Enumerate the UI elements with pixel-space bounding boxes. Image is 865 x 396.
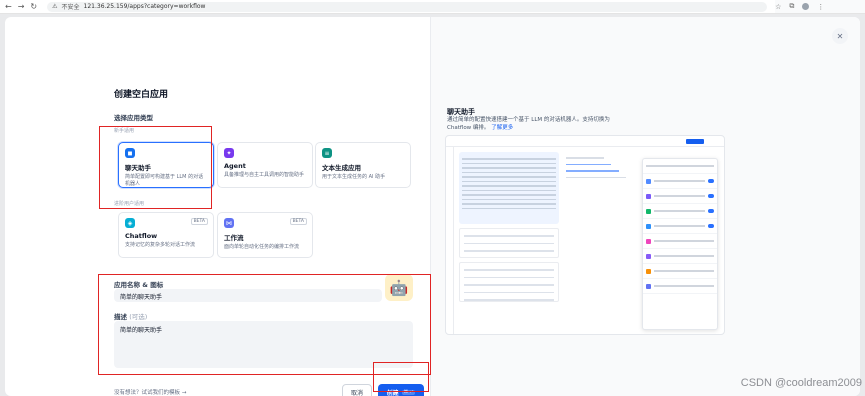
card-desc: 用于文本生成任务的 AI 助手 — [322, 174, 386, 180]
dialog-title: 创建空白应用 — [114, 90, 169, 100]
forward-icon[interactable]: → — [18, 2, 25, 11]
reload-icon[interactable]: ↻ — [30, 2, 37, 11]
app-type-label: 选择应用类型 — [114, 114, 153, 122]
preview-chat — [566, 152, 641, 332]
close-icon[interactable]: ✕ — [832, 28, 848, 44]
app-type-card-text-generator[interactable]: ≡ 文本生成应用 用于文本生成任务的 AI 助手 — [315, 142, 411, 188]
back-icon[interactable]: ← — [5, 2, 12, 11]
card-name: Chatflow — [125, 232, 158, 240]
preview-features-panel — [642, 158, 718, 330]
preview-toolbar — [446, 136, 724, 147]
create-form-panel: 创建空白应用 选择应用类型 新手适用 ◼ 聊天助手 简单配置即可构建基于 LLM… — [5, 17, 431, 396]
profile-avatar[interactable] — [802, 3, 810, 10]
security-label: 不安全 — [61, 4, 80, 11]
card-desc: 支持记忆的复杂多轮对话工作流 — [125, 242, 196, 248]
browser-nav: ← → ↻ — [5, 2, 37, 11]
menu-icon[interactable]: ⋮ — [817, 3, 824, 11]
highlight-box-app-type — [99, 126, 212, 209]
browser-toolbar: ← → ↻ ⚠ 不安全 121.36.25.159/apps?category=… — [0, 0, 865, 14]
create-app-dialog: 创建空白应用 选择应用类型 新手适用 ◼ 聊天助手 简单配置即可构建基于 LLM… — [5, 17, 860, 396]
address-bar[interactable]: ⚠ 不安全 121.36.25.159/apps?category=workfl… — [47, 1, 768, 12]
card-name: 文本生成应用 — [322, 164, 361, 172]
star-icon[interactable]: ☆ — [775, 3, 781, 11]
learn-more-link[interactable]: 了解更多 — [491, 125, 513, 131]
preview-screenshot — [445, 135, 725, 335]
chatflow-icon: ◈ — [125, 218, 135, 228]
template-link[interactable]: 没有想法？试试我们的模板 → — [114, 388, 186, 396]
preview-publish-button — [686, 139, 704, 144]
preview-description-text: 通过简单的配置快速搭建一个基于 LLM 的对话机器人。支持切换为 Chatflo… — [447, 117, 610, 131]
workflow-icon: ⋈ — [224, 218, 234, 228]
card-name: Agent — [224, 162, 246, 170]
cancel-button[interactable]: 取消 — [342, 384, 372, 396]
preview-sidebar — [446, 147, 454, 334]
preview-knowledge — [459, 262, 559, 302]
highlight-box-create-button — [373, 362, 429, 392]
text-gen-icon: ≡ — [322, 148, 332, 158]
browser-actions: ☆ ⧉ ⋮ — [775, 0, 865, 13]
card-desc: 面向单轮自动化任务的编排工作流 — [224, 244, 300, 250]
card-desc: 具备推理与自主工具调用的智能助手 — [224, 172, 305, 178]
beta-badge: BETA — [289, 218, 307, 225]
watermark: CSDN @cooldream2009 — [740, 377, 862, 389]
preview-instructions — [459, 152, 559, 224]
app-type-card-chatflow[interactable]: ◈ BETA Chatflow 支持记忆的复杂多轮对话工作流 — [118, 212, 214, 258]
beta-badge: BETA — [190, 218, 208, 225]
card-name: 工作流 — [224, 234, 244, 242]
warning-icon: ⚠ — [52, 3, 58, 10]
highlight-box-form-fields — [98, 274, 431, 375]
url-text: 121.36.25.159/apps?category=workflow — [83, 3, 206, 10]
app-type-card-agent[interactable]: ✦ Agent 具备推理与自主工具调用的智能助手 — [217, 142, 313, 188]
extensions-icon[interactable]: ⧉ — [789, 2, 794, 11]
preview-variables — [459, 228, 559, 258]
preview-panel: ✕ 聊天助手 通过简单的配置快速搭建一个基于 LLM 的对话机器人。支持切换为 … — [431, 17, 860, 396]
preview-title: 聊天助手 — [447, 108, 475, 116]
preview-description: 通过简单的配置快速搭建一个基于 LLM 的对话机器人。支持切换为 Chatflo… — [447, 117, 622, 132]
app-type-card-workflow[interactable]: ⋈ BETA 工作流 面向单轮自动化任务的编排工作流 — [217, 212, 313, 258]
agent-icon: ✦ — [224, 148, 234, 158]
